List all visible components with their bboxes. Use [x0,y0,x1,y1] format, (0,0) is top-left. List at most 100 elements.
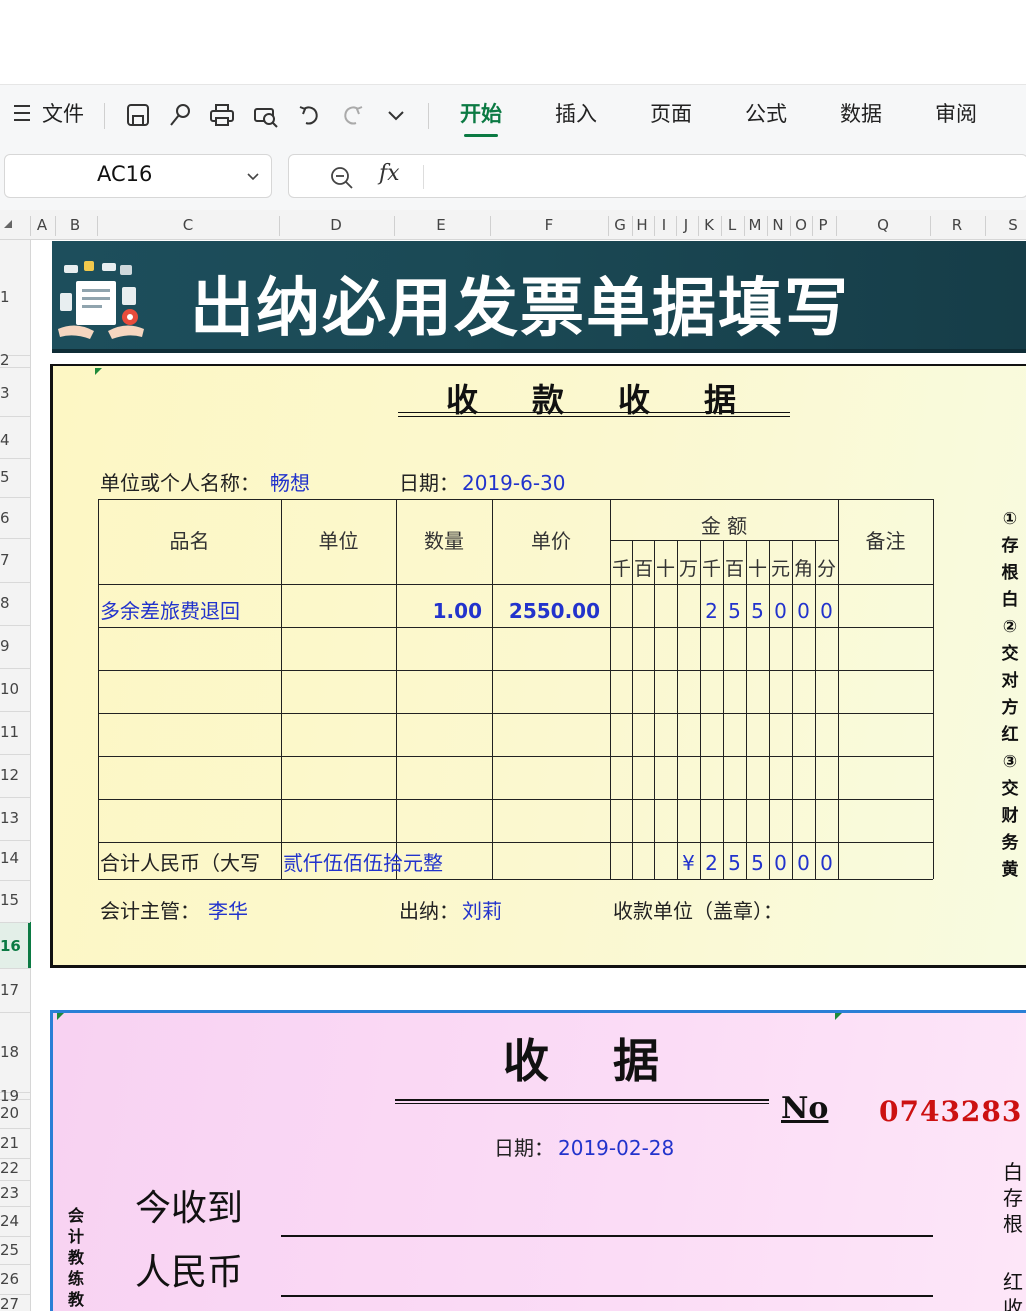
column-label-m[interactable]: M [745,216,765,234]
tab-page[interactable]: 页面 [650,99,692,129]
row-label-3[interactable]: 3 [0,384,10,402]
tab-insert[interactable]: 插入 [555,99,597,129]
amount-digit[interactable]: 2 [700,598,723,624]
column-label-h[interactable]: H [632,216,652,234]
row-label-6[interactable]: 6 [0,509,10,527]
zoom-icon[interactable] [329,165,355,191]
column-label-c[interactable]: C [178,216,198,234]
row-label-24[interactable]: 24 [0,1212,19,1230]
date-value[interactable]: 2019-6-30 [462,470,566,496]
vertical-note-char: 教 [67,1248,84,1267]
amount-digit[interactable]: 0 [815,598,838,624]
table-col-line [933,499,934,879]
row-label-26[interactable]: 26 [0,1270,19,1288]
header-unit: 单位 [318,529,359,553]
column-divider [836,216,837,236]
column-label-o[interactable]: O [791,216,811,234]
row-label-13[interactable]: 13 [0,809,19,827]
row-label-20[interactable]: 20 [0,1104,19,1122]
column-label-i[interactable]: I [654,216,674,234]
column-label-g[interactable]: G [610,216,630,234]
menu-icon[interactable] [14,105,30,121]
total-digit[interactable]: 2 [700,850,723,876]
column-label-p[interactable]: P [813,216,833,234]
row-label-17[interactable]: 17 [0,981,19,999]
save-icon[interactable] [124,101,152,129]
voucher-date-value[interactable]: 2019-02-28 [558,1135,674,1161]
row-label-11[interactable]: 11 [0,723,19,741]
row-label-2[interactable]: 2 [0,351,10,369]
table-col-line [677,540,678,879]
column-label-l[interactable]: L [722,216,742,234]
column-label-r[interactable]: R [947,216,967,234]
tab-formula[interactable]: 公式 [745,99,787,129]
redo-icon[interactable] [338,101,366,129]
column-label-j[interactable]: J [676,216,696,234]
row-label-1[interactable]: 1 [0,288,10,306]
voucher-number[interactable]: 0743283 [879,1095,1022,1128]
amount-digit[interactable]: 0 [769,598,792,624]
total-digit[interactable]: 0 [792,850,815,876]
print-icon[interactable] [208,101,236,129]
accountant-value[interactable]: 李华 [208,898,248,924]
total-digit[interactable]: 5 [723,850,746,876]
row-label-8[interactable]: 8 [0,594,10,612]
rmb-amount-line[interactable] [281,1295,933,1297]
row-label-12[interactable]: 12 [0,766,19,784]
row-label-21[interactable]: 21 [0,1134,19,1152]
table-row-line [98,670,933,671]
row-label-7[interactable]: 7 [0,551,10,569]
row-label-14[interactable]: 14 [0,849,19,867]
item-price[interactable]: 2550.00 [492,598,600,624]
total-digit[interactable]: 0 [815,850,838,876]
name-box[interactable]: AC16 [4,154,272,198]
print-preview-icon[interactable] [252,101,280,129]
formula-input[interactable]: fx [288,154,1026,198]
row-label-10[interactable]: 10 [0,680,19,698]
column-label-f[interactable]: F [539,216,559,234]
amount-digit[interactable]: 5 [746,598,769,624]
column-label-b[interactable]: B [65,216,85,234]
total-in-words[interactable]: 贰仟伍佰伍拾元整 [283,850,443,876]
payer-value[interactable]: 畅想 [270,470,310,496]
cashier-value[interactable]: 刘莉 [462,898,502,924]
total-digit[interactable]: 0 [769,850,792,876]
row-label-18[interactable]: 18 [0,1043,19,1061]
column-label-q[interactable]: Q [873,216,893,234]
column-label-k[interactable]: K [699,216,719,234]
row-label-9[interactable]: 9 [0,637,10,655]
row-label-23[interactable]: 23 [0,1184,19,1202]
item-name[interactable]: 多余差旅费退回 [100,598,240,624]
received-from-line[interactable] [281,1235,933,1237]
column-label-d[interactable]: D [326,216,346,234]
row-label-15[interactable]: 15 [0,891,19,909]
select-all-corner[interactable] [4,220,12,228]
row-label-16[interactable]: 16 [0,937,21,955]
column-label-e[interactable]: E [431,216,451,234]
item-qty[interactable]: 1.00 [396,598,482,624]
total-digit[interactable]: 5 [746,850,769,876]
total-digit[interactable]: ¥ [677,850,700,876]
fx-icon[interactable]: fx [379,161,400,186]
amount-digit[interactable]: 0 [792,598,815,624]
column-label-s[interactable]: S [1003,216,1023,234]
column-label-n[interactable]: N [768,216,788,234]
tab-home[interactable]: 开始 [460,99,502,137]
row-label-5[interactable]: 5 [0,468,10,486]
row-label-27[interactable]: 27 [0,1295,19,1311]
tab-data[interactable]: 数据 [840,99,882,129]
header-amount: 金 额 [700,514,748,538]
copy-distribution-note: ①存根白②交对方红③交财务黄 [1000,506,1020,884]
column-label-a[interactable]: A [32,216,52,234]
tab-review[interactable]: 审阅 [935,99,977,129]
row-label-22[interactable]: 22 [0,1159,19,1177]
amount-digit[interactable]: 5 [723,598,746,624]
file-menu[interactable]: 文件 [42,99,84,129]
chevron-down-icon[interactable] [245,169,261,185]
undo-icon[interactable] [296,101,324,129]
chevron-down-icon[interactable] [382,101,410,129]
row-label-4[interactable]: 4 [0,431,10,449]
row-label-19[interactable]: 19 [0,1087,19,1105]
row-label-25[interactable]: 25 [0,1241,19,1259]
format-painter-icon[interactable] [166,101,194,129]
